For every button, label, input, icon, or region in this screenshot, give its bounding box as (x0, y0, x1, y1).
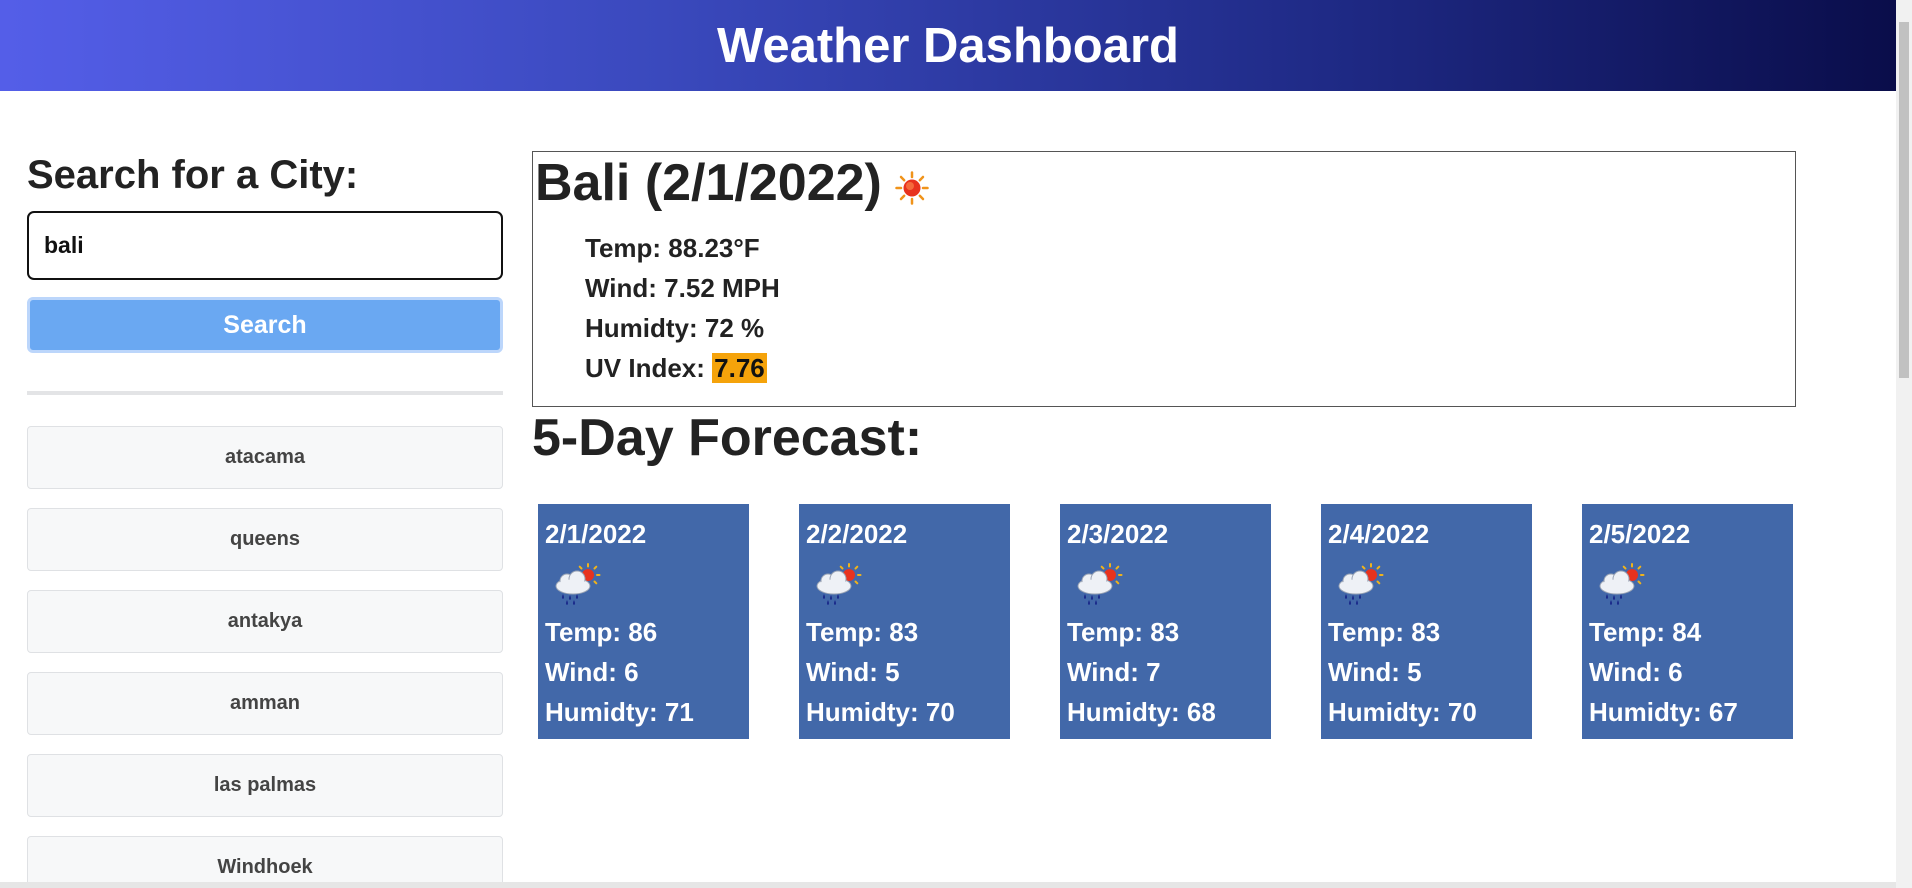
page: Weather Dashboard Search for a City: Sea… (0, 0, 1912, 888)
forecast-date: 2/1/2022 (545, 519, 647, 549)
divider (27, 391, 503, 395)
rain-sun-icon (1599, 563, 1645, 605)
horizontal-scrollbar[interactable] (0, 882, 1896, 888)
scrollbar-thumb[interactable] (1899, 22, 1909, 378)
rain-sun-icon (1338, 563, 1384, 605)
uv-index-badge: 7.76 (712, 353, 767, 383)
forecast-date: 2/2/2022 (806, 519, 908, 549)
history-item-atacama[interactable]: atacama (27, 426, 503, 489)
forecast-wind: Wind: 6 (545, 657, 639, 687)
forecast-date: 2/4/2022 (1328, 519, 1430, 549)
rain-sun-icon (816, 563, 862, 605)
forecast-card: 2/5/2022 Temp: 84 Wind: 6 Humidty: 67 (1582, 504, 1793, 739)
forecast-temp: Temp: 83 (1067, 617, 1180, 647)
page-title: Weather Dashboard (717, 18, 1179, 73)
uv-label: UV Index: (585, 353, 713, 383)
forecast-wind: Wind: 5 (1328, 657, 1422, 687)
current-uv-row: UV Index: 7.76 (585, 348, 780, 388)
forecast-heading: 5-Day Forecast: (532, 409, 923, 467)
search-history-list: atacama queens antakya amman las palmas … (27, 426, 503, 888)
forecast-wind: Wind: 5 (806, 657, 900, 687)
forecast-date: 2/5/2022 (1589, 519, 1691, 549)
forecast-temp: Temp: 83 (1328, 617, 1441, 647)
rain-sun-icon (555, 563, 601, 605)
rain-sun-icon (1077, 563, 1123, 605)
current-weather-card: Bali (2/1/2022) Temp: 88.23°F Wind: 7.52… (532, 151, 1796, 407)
city-search-input[interactable] (27, 211, 503, 280)
forecast-humidity: Humidty: 70 (806, 697, 955, 727)
sidebar: Search for a City: Search atacama queens… (27, 148, 503, 888)
forecast-wind: Wind: 7 (1067, 657, 1161, 687)
search-button[interactable]: Search (27, 297, 503, 353)
current-stats: Temp: 88.23°F Wind: 7.52 MPH Humidty: 72… (585, 228, 780, 388)
forecast-humidity: Humidty: 71 (545, 697, 694, 727)
history-item-las-palmas[interactable]: las palmas (27, 754, 503, 817)
forecast-card: 2/3/2022 Temp: 83 Wind: 7 Humidty: 68 (1060, 504, 1271, 739)
search-heading: Search for a City: (27, 153, 359, 197)
current-city-title: Bali (2/1/2022) (535, 154, 882, 212)
forecast-card: 2/2/2022 Temp: 83 Wind: 5 Humidty: 70 (799, 504, 1010, 739)
current-temp: Temp: 88.23°F (585, 233, 760, 263)
forecast-temp: Temp: 83 (806, 617, 919, 647)
forecast-card: 2/1/2022 Temp: 86 Wind: 6 Humidty: 71 (538, 504, 749, 739)
forecast-humidity: Humidty: 68 (1067, 697, 1216, 727)
current-wind: Wind: 7.52 MPH (585, 273, 780, 303)
history-item-queens[interactable]: queens (27, 508, 503, 571)
history-item-windhoek[interactable]: Windhoek (27, 836, 503, 888)
forecast-temp: Temp: 84 (1589, 617, 1702, 647)
sun-icon (895, 171, 929, 205)
vertical-scrollbar[interactable] (1896, 0, 1912, 888)
forecast-temp: Temp: 86 (545, 617, 658, 647)
forecast-card: 2/4/2022 Temp: 83 Wind: 5 Humidty: 70 (1321, 504, 1532, 739)
header-bar: Weather Dashboard (0, 0, 1896, 91)
forecast-humidity: Humidty: 67 (1589, 697, 1738, 727)
history-item-amman[interactable]: amman (27, 672, 503, 735)
history-item-antakya[interactable]: antakya (27, 590, 503, 653)
forecast-wind: Wind: 6 (1589, 657, 1683, 687)
current-humidity: Humidty: 72 % (585, 313, 765, 343)
forecast-date: 2/3/2022 (1067, 519, 1169, 549)
forecast-humidity: Humidty: 70 (1328, 697, 1477, 727)
